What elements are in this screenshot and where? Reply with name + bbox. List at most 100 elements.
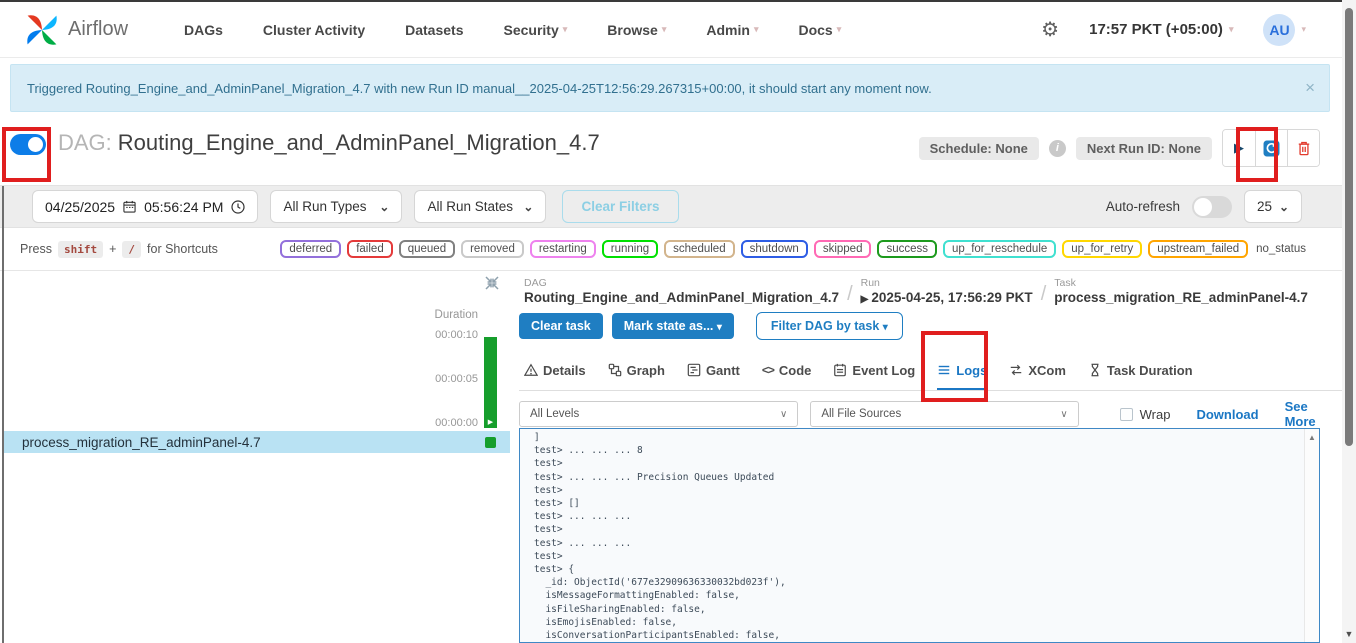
tab-logs[interactable]: Logs (937, 363, 987, 378)
log-line: _id: ObjectId('677e32909636330032bd023f'… (534, 576, 1319, 589)
chevron-down-icon: ⌄ (1279, 200, 1289, 214)
scroll-up-icon[interactable]: ▲ (1305, 433, 1319, 442)
nav-item-dags[interactable]: DAGs (184, 22, 223, 38)
log-output-panel[interactable]: ]test> ... ... ... 8test>test> ... ... .… (519, 428, 1320, 643)
breadcrumb-task[interactable]: Task process_migration_RE_adminPanel-4.7 (1054, 277, 1308, 305)
page-size-select[interactable]: 25 ⌄ (1244, 190, 1302, 223)
page-scrollbar[interactable]: ▼ (1342, 0, 1356, 643)
scrollbar-thumb[interactable] (1345, 8, 1353, 446)
chevron-down-icon: ⌄ (379, 200, 389, 214)
crumb-label: Run (861, 277, 1033, 289)
status-badge-removed[interactable]: removed (461, 240, 524, 258)
graph-icon (608, 363, 622, 377)
detail-panel: DAG Routing_Engine_and_AdminPanel_Migrat… (510, 271, 1342, 643)
delete-dag-button[interactable] (1287, 130, 1319, 166)
filter-dag-button[interactable]: Filter DAG by task ▾ (756, 312, 903, 340)
log-toolbar: All Levels ∨ All File Sources ∨ Wrap Dow… (519, 399, 1342, 429)
caret-down-icon: ▾ (754, 24, 759, 35)
grid-panel: Duration 00:00:1000:00:0500:00:00 ▶ proc… (0, 271, 510, 643)
nav-item-datasets[interactable]: Datasets (405, 22, 463, 38)
status-badge-upstream-failed[interactable]: upstream_failed (1148, 240, 1248, 258)
avatar[interactable]: AU (1263, 14, 1295, 46)
slash-key: / (122, 241, 141, 258)
info-icon[interactable]: i (1049, 140, 1066, 157)
nav-item-docs[interactable]: Docs▾ (798, 22, 841, 38)
caret-down-icon: ▾ (662, 24, 667, 35)
gear-icon[interactable]: ⚙ (1041, 17, 1059, 42)
status-badge-success[interactable]: success (877, 240, 937, 258)
crumb-separator: / (847, 283, 853, 306)
clear-filters-button[interactable]: Clear Filters (562, 190, 678, 223)
run-states-select[interactable]: All Run States ⌄ (414, 190, 546, 223)
task-actions: Clear task Mark state as... ▾ Filter DAG… (519, 312, 903, 340)
run-duration-bar[interactable]: ▶ (484, 337, 497, 428)
nav-menu: DAGsCluster ActivityDatasetsSecurity▾Bro… (184, 22, 841, 38)
run-types-value: All Run Types (283, 199, 366, 214)
tab-label: Details (543, 363, 586, 378)
breadcrumb: DAG Routing_Engine_and_AdminPanel_Migrat… (524, 277, 1308, 306)
tab-label: XCom (1028, 363, 1066, 378)
status-badge-no-status[interactable]: no_status (1254, 242, 1308, 256)
status-badge-failed[interactable]: failed (347, 240, 393, 258)
status-badge-queued[interactable]: queued (399, 240, 455, 258)
tab-label: Code (779, 363, 812, 378)
status-badge-up-for-retry[interactable]: up_for_retry (1062, 240, 1142, 258)
log-levels-select[interactable]: All Levels ∨ (519, 401, 798, 427)
mark-state-button[interactable]: Mark state as... ▾ (612, 313, 734, 339)
manual-run-icon: ▶ (861, 294, 869, 305)
clear-task-button[interactable]: Clear task (519, 313, 603, 339)
nav-item-browse[interactable]: Browse▾ (607, 22, 666, 38)
status-badge-skipped[interactable]: skipped (814, 240, 872, 258)
status-badge-up-for-reschedule[interactable]: up_for_reschedule (943, 240, 1056, 258)
nav-item-label: Docs (798, 22, 832, 38)
close-icon[interactable]: × (1305, 78, 1315, 98)
file-sources-select[interactable]: All File Sources ∨ (810, 401, 1078, 427)
reparse-dag-button[interactable] (1255, 130, 1287, 166)
clock-dropdown[interactable]: 17:57 PKT (+05:00) ▾ (1089, 21, 1233, 38)
status-badge-deferred[interactable]: deferred (280, 240, 341, 258)
nav-item-admin[interactable]: Admin▾ (706, 22, 758, 38)
download-link[interactable]: Download (1196, 407, 1258, 422)
auto-refresh-label: Auto-refresh (1106, 199, 1180, 214)
tab-graph[interactable]: Graph (608, 363, 665, 378)
base-date-input[interactable]: 04/25/2025 05:56:24 PM (32, 190, 258, 223)
collapse-grid-icon[interactable] (485, 276, 499, 290)
auto-refresh-toggle[interactable] (1192, 196, 1232, 218)
alert-message: Triggered Routing_Engine_and_AdminPanel_… (27, 81, 932, 96)
breadcrumb-dag[interactable]: DAG Routing_Engine_and_AdminPanel_Migrat… (524, 277, 839, 305)
user-menu[interactable]: AU ▾ (1263, 14, 1306, 46)
log-line: test> ... ... ... 8 (534, 444, 1319, 457)
crumb-value: 2025-04-25, 17:56:29 PKT (871, 290, 1032, 305)
nav-item-security[interactable]: Security▾ (503, 22, 567, 38)
wrap-checkbox[interactable] (1120, 408, 1133, 421)
dag-pause-toggle[interactable] (10, 134, 46, 155)
scroll-down-icon[interactable]: ▼ (1342, 629, 1356, 639)
tab-event-log[interactable]: Event Log (833, 363, 915, 378)
log-line: isMessageFormattingEnabled: false, (534, 589, 1319, 602)
tab-xcom[interactable]: XCom (1009, 363, 1066, 378)
tab-code[interactable]: <>Code (762, 363, 812, 378)
status-badge-running[interactable]: running (602, 240, 658, 258)
tab-task-duration[interactable]: Task Duration (1088, 363, 1193, 378)
status-badge-restarting[interactable]: restarting (530, 240, 596, 258)
clock-icon (231, 200, 245, 214)
trigger-dag-button[interactable]: ▶ (1223, 130, 1255, 166)
run-types-select[interactable]: All Run Types ⌄ (270, 190, 402, 223)
task-state-square[interactable] (485, 437, 496, 448)
panel-edge-line (2, 186, 4, 643)
log-line: test> (534, 550, 1319, 563)
gantt-icon (687, 363, 701, 377)
breadcrumb-run[interactable]: Run ▶2025-04-25, 17:56:29 PKT (861, 277, 1033, 305)
see-more-link[interactable]: See More (1285, 399, 1342, 429)
nav-item-label: Security (503, 22, 558, 38)
nav-item-label: Datasets (405, 22, 463, 38)
tab-gantt[interactable]: Gantt (687, 363, 740, 378)
task-row[interactable]: process_migration_RE_adminPanel-4.7 (3, 431, 510, 453)
tab-details[interactable]: Details (524, 363, 586, 378)
status-badge-shutdown[interactable]: shutdown (741, 240, 808, 258)
status-badge-scheduled[interactable]: scheduled (664, 240, 734, 258)
nav-item-cluster-activity[interactable]: Cluster Activity (263, 22, 365, 38)
event-log-icon (833, 363, 847, 377)
caret-down-icon: ▾ (717, 322, 722, 333)
log-scrollbar[interactable]: ▲ (1304, 429, 1319, 642)
